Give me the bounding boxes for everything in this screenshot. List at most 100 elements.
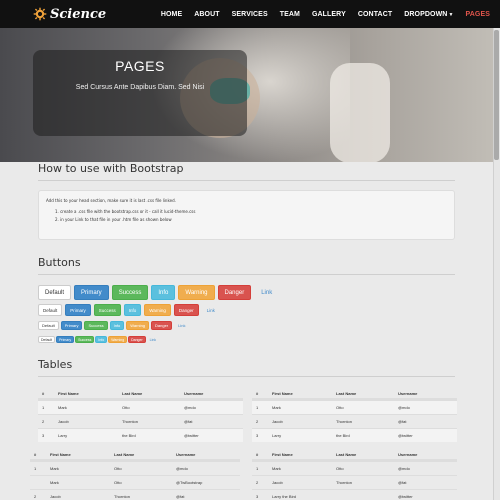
danger-button[interactable]: Danger (173, 304, 199, 316)
link-button[interactable]: Link (202, 304, 220, 316)
table-header-cell: # (42, 390, 45, 396)
danger-button[interactable]: Danger (217, 285, 252, 300)
primary-button[interactable]: Primary (56, 336, 75, 343)
danger-button[interactable]: Danger (128, 336, 146, 343)
primary-button[interactable]: Primary (65, 304, 91, 316)
table-header-cell: Last Name (122, 390, 143, 396)
menu-item-gallery[interactable]: GALLERY (312, 11, 346, 18)
primary-button[interactable]: Primary (60, 321, 83, 330)
table-cell: Larry (272, 433, 282, 438)
default-button[interactable]: Default (38, 321, 59, 330)
danger-button[interactable]: Danger (151, 321, 173, 330)
table-cell: Larry the Bird (272, 494, 297, 499)
table-cell: @twitter (398, 494, 413, 499)
default-button[interactable]: Default (38, 285, 72, 300)
table-cell: Otto (122, 405, 130, 410)
dropdown-label: DROPDOWN (404, 10, 448, 18)
table-cell: 1 (256, 466, 259, 471)
main-menu: HOME ABOUT SERVICES TEAM GALLERY CONTACT… (149, 11, 490, 18)
scrollbar-thumb[interactable] (494, 30, 499, 160)
info-button[interactable]: Info (151, 285, 176, 300)
table-condensed: # First Name Last Name Username 1 Mark O… (30, 449, 240, 500)
info-button[interactable]: Info (123, 304, 142, 316)
link-button[interactable]: Link (254, 285, 279, 300)
table-row: 1 Mark Otto @mdo (252, 400, 457, 414)
divider (38, 180, 455, 181)
info-button[interactable]: Info (109, 321, 125, 330)
button-row-medium: Default Primary Success Info Warning Dan… (38, 304, 223, 316)
table-row: Mark Otto @TwBootstrap (30, 475, 240, 489)
table-header-cell: Username (184, 390, 204, 396)
button-row-small: Default Primary Success Info Warning Dan… (38, 321, 191, 330)
table-cell: @fat (398, 419, 407, 424)
table-header: # First Name Last Name Username (30, 449, 240, 461)
table-header: # First Name Last Name Username (252, 388, 457, 400)
primary-button[interactable]: Primary (74, 285, 109, 300)
default-button[interactable]: Default (38, 336, 56, 343)
table-cell: 1 (42, 405, 45, 410)
instructions-list: 1. create a .css file with the bootstrap… (55, 209, 195, 225)
info-button[interactable]: Info (95, 336, 108, 343)
success-button[interactable]: Success (111, 285, 149, 300)
table-bordered: # First Name Last Name Username 1 Mark O… (252, 388, 457, 442)
table-cell: the Bird (336, 433, 350, 438)
table-header-cell: # (34, 451, 37, 457)
brand-name: Science (50, 6, 107, 22)
scrollbar[interactable] (493, 28, 500, 500)
link-button[interactable]: Link (147, 336, 159, 343)
table-cell: @mdo (176, 466, 188, 471)
table-header-cell: First Name (272, 390, 293, 396)
menu-item-dropdown[interactable]: DROPDOWN▼ (404, 11, 453, 18)
table-cell: 1 (34, 466, 37, 471)
table-cell: @mdo (398, 405, 410, 410)
table-row: 3 Larry the Bird @twitter (252, 428, 457, 442)
table-cell: Thornton (122, 419, 139, 424)
table-cell: 2 (34, 494, 37, 499)
table-cell: @twitter (184, 433, 199, 438)
brand[interactable]: Science (33, 7, 106, 22)
table-cell: Otto (114, 466, 122, 471)
table-cell: 3 (42, 433, 45, 438)
page: Science HOME ABOUT SERVICES TEAM GALLERY… (0, 0, 500, 500)
gear-logo-icon (33, 7, 47, 21)
table-cell: Thornton (114, 494, 131, 499)
table-row: 2 Jacob Thornton @fat (38, 414, 243, 428)
table-cell: Otto (336, 466, 344, 471)
success-button[interactable]: Success (84, 321, 108, 330)
table-cell: @twitter (398, 433, 413, 438)
table-cell: @fat (176, 494, 185, 499)
table-header-cell: First Name (50, 451, 71, 457)
table-row: 2 Jacob Thornton @fat (252, 475, 457, 489)
default-button[interactable]: Default (38, 304, 63, 316)
table-row: 2 Jacob Thornton @fat (30, 489, 240, 500)
menu-item-services[interactable]: SERVICES (232, 11, 268, 18)
warning-button[interactable]: Warning (126, 321, 150, 330)
warning-button[interactable]: Warning (178, 285, 215, 300)
warning-button[interactable]: Warning (108, 336, 128, 343)
warning-button[interactable]: Warning (144, 304, 171, 316)
menu-item-about[interactable]: ABOUT (194, 11, 219, 18)
page-subtitle: Sed Cursus Ante Dapibus Diam. Sed Nisi (75, 84, 205, 91)
table-cell: Thornton (336, 480, 353, 485)
menu-item-contact[interactable]: CONTACT (358, 11, 392, 18)
navbar: Science HOME ABOUT SERVICES TEAM GALLERY… (0, 0, 500, 28)
success-button[interactable]: Success (75, 336, 95, 343)
table-hover: # First Name Last Name Username 1 Mark O… (252, 449, 457, 500)
table-cell: Jacob (272, 419, 283, 424)
table-header-cell: # (256, 451, 259, 457)
table-row: 1 Mark Otto @mdo (38, 400, 243, 414)
instructions-well: Add this to your head section, make sure… (38, 190, 455, 240)
table-cell: Mark (272, 466, 281, 471)
menu-item-team[interactable]: TEAM (280, 11, 300, 18)
table-cell: @mdo (184, 405, 196, 410)
table-cell: 1 (256, 405, 259, 410)
menu-item-home[interactable]: HOME (161, 11, 182, 18)
success-button[interactable]: Success (93, 304, 121, 316)
table-header-cell: Last Name (336, 451, 357, 457)
instructions-intro: Add this to your head section, make sure… (46, 198, 176, 203)
divider (38, 376, 455, 377)
menu-item-pages[interactable]: PAGES (466, 11, 491, 18)
table-row: 3 Larry the Bird @twitter (38, 428, 243, 442)
instruction-step: 2. in your Link to that file in your .ht… (55, 217, 172, 222)
link-button[interactable]: Link (174, 321, 189, 330)
